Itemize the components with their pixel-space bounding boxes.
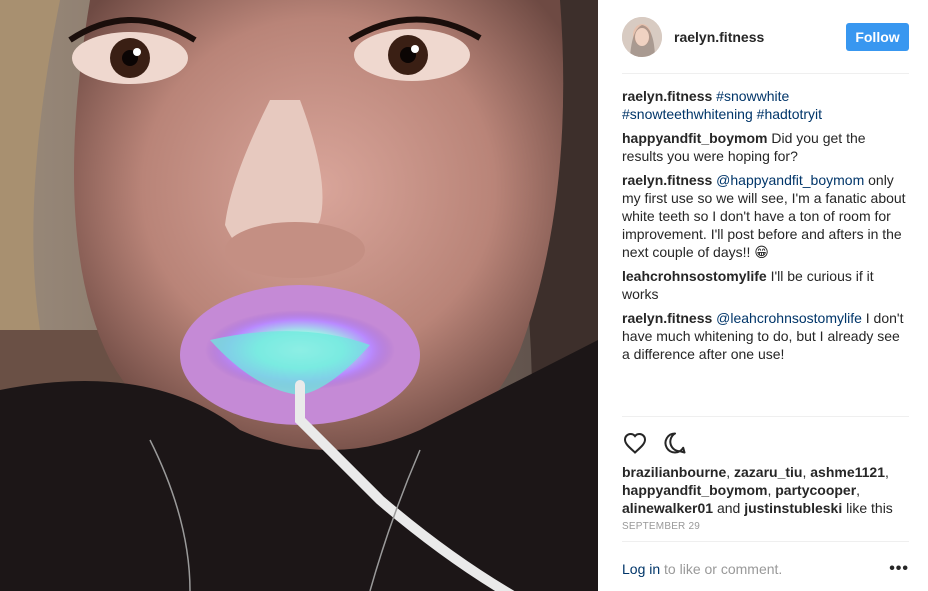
- comments-list: raelyn.fitness #snowwhite #snowteethwhit…: [622, 74, 909, 417]
- login-prompt: Log in to like or comment.: [622, 561, 782, 577]
- avatar-image: [622, 16, 662, 57]
- comment-tag-link[interactable]: #snowteethwhitening: [622, 106, 753, 122]
- comment-item: raelyn.fitness @happyandfit_boymom only …: [622, 171, 909, 261]
- login-prompt-text: to like or comment.: [664, 561, 783, 577]
- comment-username[interactable]: raelyn.fitness: [622, 88, 712, 104]
- avatar[interactable]: [622, 16, 662, 57]
- comment-username[interactable]: raelyn.fitness: [622, 172, 712, 188]
- comment-item: leahcrohnsostomylife I'll be curious if …: [622, 267, 909, 303]
- liker-username[interactable]: justinstubleski: [744, 500, 842, 516]
- post-photo[interactable]: [0, 0, 598, 591]
- liker-username[interactable]: ashme1121: [810, 464, 885, 480]
- comment-item: happyandfit_boymom Did you get the resul…: [622, 129, 909, 165]
- follow-button[interactable]: Follow: [846, 22, 909, 51]
- comment-tag-link[interactable]: @leahcrohnsostomylife: [716, 310, 862, 326]
- comment-tag-link[interactable]: #hadtotryit: [757, 106, 822, 122]
- post-sidebar: raelyn.fitness Follow raelyn.fitness #sn…: [598, 0, 928, 591]
- liker-username[interactable]: zazaru_tiu: [734, 464, 802, 480]
- more-options-icon[interactable]: •••: [889, 560, 909, 578]
- comment-tag-link[interactable]: @happyandfit_boymom: [716, 172, 864, 188]
- login-link[interactable]: Log in: [622, 561, 660, 577]
- likes-and-word: and: [716, 500, 741, 516]
- post-author-username[interactable]: raelyn.fitness: [674, 29, 846, 45]
- comment-tag-link[interactable]: #snowwhite: [716, 88, 789, 104]
- comment-item: raelyn.fitness @leahcrohnsostomylife I d…: [622, 309, 909, 363]
- selfie-image: [0, 0, 598, 591]
- post-header: raelyn.fitness Follow: [622, 0, 909, 74]
- instagram-post: raelyn.fitness Follow raelyn.fitness #sn…: [0, 0, 928, 591]
- comment-username[interactable]: leahcrohnsostomylife: [622, 268, 767, 284]
- comment-item: raelyn.fitness #snowwhite #snowteethwhit…: [622, 87, 909, 123]
- comment-username[interactable]: raelyn.fitness: [622, 310, 712, 326]
- comment-icon[interactable]: [662, 430, 688, 456]
- comment-footer: Log in to like or comment. •••: [622, 560, 909, 578]
- liker-username[interactable]: partycooper: [775, 482, 856, 498]
- likes-summary: brazilianbourne, zazaru_tiu, ashme1121, …: [622, 464, 893, 516]
- heart-icon[interactable]: [622, 430, 648, 456]
- post-date: SEPTEMBER 29: [622, 521, 909, 542]
- likes-suffix: like this: [846, 500, 893, 516]
- liker-username[interactable]: alinewalker01: [622, 500, 713, 516]
- comment-username[interactable]: happyandfit_boymom: [622, 130, 767, 146]
- liker-username[interactable]: brazilianbourne: [622, 464, 726, 480]
- action-bar: [622, 417, 909, 463]
- liker-username[interactable]: happyandfit_boymom: [622, 482, 767, 498]
